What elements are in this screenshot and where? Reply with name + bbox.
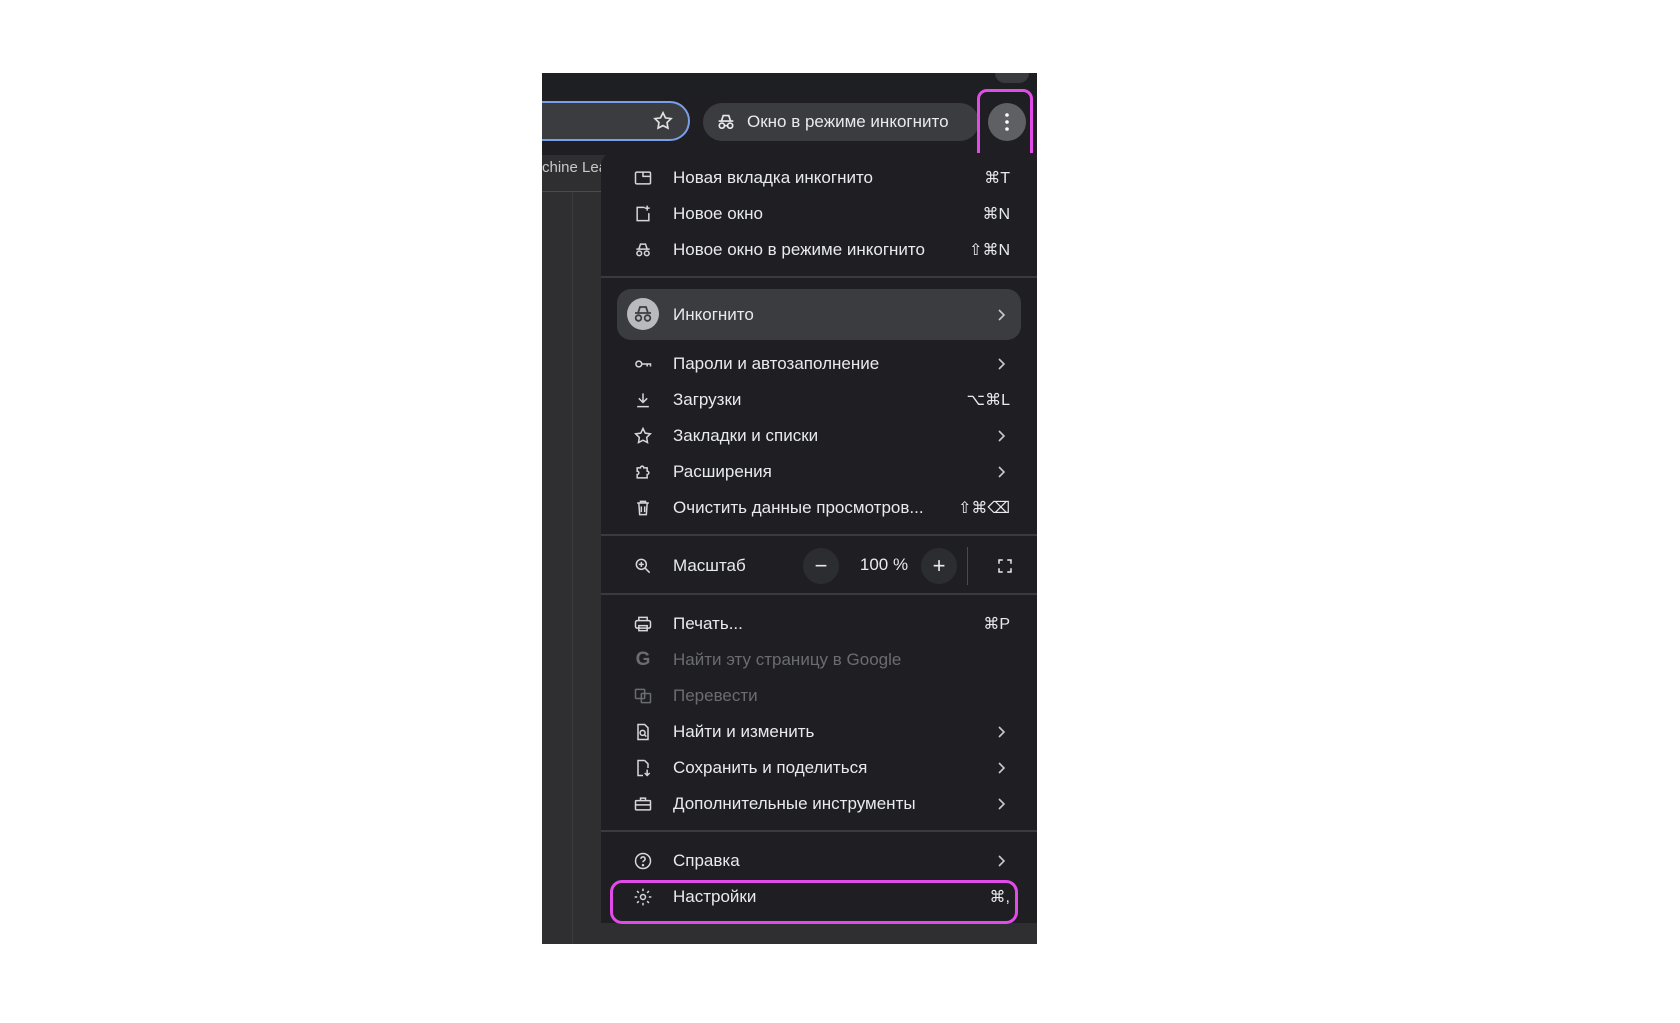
menu-item-label: Расширения (673, 462, 772, 481)
trash-icon (632, 497, 654, 519)
menu-item-find-edit[interactable]: Найти и изменить (601, 714, 1037, 750)
key-icon (632, 353, 654, 375)
settings-highlight-annotation (610, 880, 1018, 924)
menu-separator (601, 830, 1037, 832)
menu-item-label: Новое окно (673, 204, 763, 223)
incognito-window-pill[interactable]: Окно в режиме инкогнито (703, 103, 979, 141)
incognito-icon (632, 239, 654, 261)
menu-item-search-google: G Найти эту страницу в Google (601, 642, 1037, 678)
help-icon (632, 850, 654, 872)
chevron-right-icon (998, 798, 1006, 810)
incognito-pill-label: Окно в режиме инкогнито (747, 112, 949, 131)
menu-item-label: Новая вкладка инкогнито (673, 168, 873, 187)
menu-item-new-incognito-window[interactable]: Новое окно в режиме инкогнито ⇧⌘N (601, 232, 1037, 268)
menu-item-bookmarks[interactable]: Закладки и списки (601, 418, 1037, 454)
menu-item-label: Закладки и списки (673, 426, 819, 445)
menu-item-translate: Перевести (601, 678, 1037, 714)
new-tab-icon (632, 167, 654, 189)
shortcut: ⌥⌘L (966, 392, 1010, 409)
shortcut: ⇧⌘⌫ (957, 500, 1010, 517)
chevron-right-icon (998, 466, 1006, 478)
menu-item-label: Печать... (673, 614, 743, 633)
menu-item-clear-browsing-data[interactable]: Очистить данные просмотров... ⇧⌘⌫ (601, 490, 1037, 526)
tab-fragment[interactable] (995, 73, 1029, 83)
zoom-value: 100 % (859, 555, 909, 574)
plus-icon: + (932, 553, 946, 578)
menu-item-label: Перевести (673, 686, 758, 705)
shortcut: ⌘N (982, 206, 1010, 223)
shortcut: ⇧⌘N (969, 242, 1010, 259)
chevron-right-icon (998, 430, 1006, 442)
menu-item-save-share[interactable]: Сохранить и поделиться (601, 750, 1037, 786)
chevron-right-icon (998, 309, 1006, 321)
address-bar[interactable] (542, 101, 690, 141)
menu-item-help[interactable]: Справка (601, 843, 1037, 879)
menu-separator (601, 593, 1037, 595)
menu-item-new-window[interactable]: Новое окно ⌘N (601, 196, 1037, 232)
menu-separator (601, 276, 1037, 278)
menu-separator (601, 534, 1037, 536)
kebab-highlight-annotation (977, 89, 1033, 163)
zoom-label: Масштаб (673, 556, 746, 575)
menu-item-label: Дополнительные инструменты (673, 794, 916, 813)
menu-item-label: Найти и изменить (673, 722, 815, 741)
chevron-right-icon (998, 358, 1006, 370)
menu-item-label: Справка (673, 851, 740, 870)
bookmark-star-icon[interactable] (652, 110, 674, 132)
find-icon (632, 721, 654, 743)
menu-item-label: Найти эту страницу в Google (673, 650, 902, 669)
menu-item-passwords[interactable]: Пароли и автозаполнение (601, 346, 1037, 382)
menu-item-downloads[interactable]: Загрузки ⌥⌘L (601, 382, 1037, 418)
shortcut: ⌘T (984, 170, 1010, 187)
fullscreen-icon (998, 559, 1012, 573)
new-window-icon (632, 203, 654, 225)
menu-item-more-tools[interactable]: Дополнительные инструменты (601, 786, 1037, 822)
save-share-icon (632, 757, 654, 779)
menu-item-label: Сохранить и поделиться (673, 758, 868, 777)
tab-strip (542, 73, 1037, 95)
incognito-icon (718, 114, 734, 130)
translate-icon (632, 685, 654, 707)
fullscreen-button[interactable] (987, 548, 1023, 584)
star-icon (632, 425, 654, 447)
menu-item-label: Очистить данные просмотров... (673, 498, 924, 517)
zoom-icon (632, 555, 654, 577)
shortcut: ⌘P (983, 616, 1010, 633)
profile-label: Инкогнито (673, 305, 754, 324)
google-icon: G (635, 649, 651, 670)
minus-icon: − (814, 553, 828, 578)
puzzle-icon (632, 461, 654, 483)
menu-item-label: Пароли и автозаполнение (673, 354, 880, 373)
divider (572, 192, 573, 944)
menu-item-new-incognito-tab[interactable]: Новая вкладка инкогнито ⌘T (601, 160, 1037, 196)
menu-item-extensions[interactable]: Расширения (601, 454, 1037, 490)
menu-item-print[interactable]: Печать... ⌘P (601, 606, 1037, 642)
toolbar: Окно в режиме инкогнито (542, 95, 1037, 155)
chevron-right-icon (998, 762, 1006, 774)
chrome-main-menu: Новая вкладка инкогнито ⌘T Новое окно ⌘N… (601, 153, 1037, 923)
divider (967, 547, 968, 585)
menu-item-label: Загрузки (673, 390, 742, 409)
zoom-out-button[interactable]: − (803, 548, 839, 584)
chevron-right-icon (998, 855, 1006, 867)
bookmark-fragment[interactable]: chine Lea (542, 159, 607, 176)
chevron-right-icon (998, 726, 1006, 738)
toolbox-icon (632, 793, 654, 815)
printer-icon (632, 613, 654, 635)
menu-item-profile[interactable]: Инкогнито (601, 297, 1037, 333)
download-icon (632, 389, 654, 411)
zoom-in-button[interactable]: + (921, 548, 957, 584)
menu-item-label: Новое окно в режиме инкогнито (673, 240, 925, 259)
